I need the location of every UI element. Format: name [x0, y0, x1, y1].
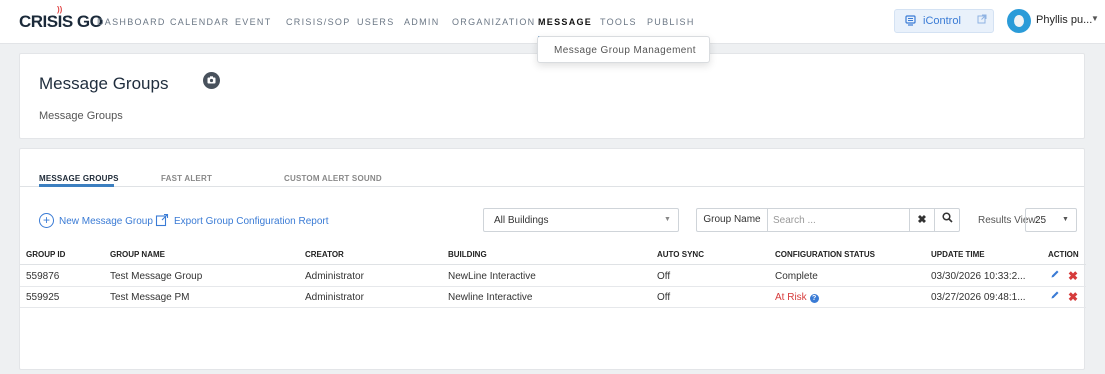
logo-text: CRISIS GO [19, 12, 103, 31]
table-row[interactable]: 559876 Test Message Group Administrator … [20, 266, 1086, 287]
search-icon[interactable] [934, 209, 960, 231]
building-select-value: All Buildings [494, 215, 549, 226]
nav-dashboard[interactable]: DASHBOARD [97, 17, 166, 27]
new-message-group-button[interactable]: New Message Group [59, 216, 153, 227]
status-at-risk: At Risk [775, 292, 807, 303]
export-icon[interactable] [155, 213, 169, 227]
edit-icon[interactable] [1050, 269, 1060, 282]
cell-group-id: 559876 [26, 271, 60, 282]
cell-config-status: At Risk? [775, 292, 819, 303]
cell-update-time: 03/30/2026 10:33:2... [931, 271, 1026, 282]
cell-group-name: Test Message PM [110, 292, 190, 303]
edit-icon[interactable] [1050, 290, 1060, 303]
cell-group-name: Test Message Group [110, 271, 203, 282]
column-header[interactable]: UPDATE TIME [931, 250, 985, 259]
page-header-card: Message Groups Message Groups [19, 53, 1085, 139]
cell-building: Newline Interactive [448, 292, 533, 303]
search-input[interactable] [773, 212, 901, 228]
delete-icon[interactable]: ✖ [1068, 269, 1078, 283]
results-view-value: 25 [1035, 215, 1047, 226]
column-header[interactable]: CREATOR [305, 250, 344, 259]
nav-crisis-sop[interactable]: CRISIS/SOP [286, 17, 351, 27]
export-report-button[interactable]: Export Group Configuration Report [174, 216, 329, 227]
column-header[interactable]: GROUP NAME [110, 250, 165, 259]
crisisgo-logo[interactable]: CRISIS GO )) [19, 5, 103, 32]
chevron-down-icon: ▼ [664, 216, 671, 223]
plus-circle-icon[interactable]: + [39, 213, 54, 228]
nav-calendar[interactable]: CALENDAR [170, 17, 229, 27]
cell-group-id: 559925 [26, 292, 60, 303]
cell-config-status: Complete [775, 271, 818, 282]
avatar[interactable] [1007, 9, 1031, 33]
page-title: Message Groups [39, 74, 169, 93]
cell-auto-sync: Off [657, 292, 671, 303]
nav-tools[interactable]: TOOLS [600, 17, 637, 27]
external-link-icon [977, 14, 987, 27]
nav-users[interactable]: USERS [357, 17, 395, 27]
table-header: GROUP ID GROUP NAME CREATOR BUILDING AUT… [20, 244, 1086, 265]
search-field-label[interactable]: Group Name [697, 209, 768, 231]
column-header[interactable]: BUILDING [448, 250, 487, 259]
tab-fast-alert[interactable]: FAST ALERT [161, 174, 212, 183]
nav-organization[interactable]: ORGANIZATION [452, 17, 535, 27]
tab-bar: MESSAGE GROUPS FAST ALERT CUSTOM ALERT S… [20, 149, 1084, 187]
building-select[interactable]: All Buildings ▼ [483, 208, 679, 232]
tab-custom-alert-sound[interactable]: CUSTOM ALERT SOUND [284, 174, 382, 183]
nav-message[interactable]: MESSAGE [538, 17, 592, 27]
nav-admin[interactable]: ADMIN [404, 17, 440, 27]
table-row[interactable]: 559925 Test Message PM Administrator New… [20, 287, 1086, 308]
cell-creator: Administrator [305, 271, 364, 282]
icontrol-label: iControl [923, 15, 961, 27]
column-header[interactable]: GROUP ID [26, 250, 65, 259]
results-view-select[interactable]: 25 ▼ [1025, 208, 1077, 232]
user-name[interactable]: Phyllis pu... [1036, 14, 1092, 26]
camera-icon[interactable] [203, 72, 220, 89]
tab-active-indicator [39, 184, 114, 187]
signal-wave-icon: )) [57, 5, 63, 14]
cell-auto-sync: Off [657, 271, 671, 282]
search-group: Group Name ✖ [696, 208, 960, 232]
monitor-icon [905, 15, 916, 29]
cell-building: NewLine Interactive [448, 271, 536, 282]
chevron-down-icon: ▼ [1062, 216, 1069, 223]
cell-update-time: 03/27/2026 09:48:1... [931, 292, 1026, 303]
caret-down-icon[interactable]: ▼ [1091, 14, 1099, 23]
nav-publish[interactable]: PUBLISH [647, 17, 695, 27]
column-header[interactable]: CONFIGURATION STATUS [775, 250, 875, 259]
message-dropdown-menu: Message Group Management [537, 36, 710, 63]
cell-creator: Administrator [305, 292, 364, 303]
clear-icon[interactable]: ✖ [909, 209, 934, 231]
nav-event[interactable]: EVENT [235, 17, 272, 27]
icontrol-button[interactable]: iControl [894, 9, 994, 33]
delete-icon[interactable]: ✖ [1068, 290, 1078, 304]
column-header[interactable]: AUTO SYNC [657, 250, 704, 259]
column-header: ACTION [1048, 250, 1079, 259]
breadcrumb: Message Groups [39, 110, 123, 122]
tab-message-groups[interactable]: MESSAGE GROUPS [39, 174, 119, 183]
message-groups-panel: MESSAGE GROUPS FAST ALERT CUSTOM ALERT S… [19, 148, 1086, 370]
menu-item-message-group-management[interactable]: Message Group Management [554, 45, 696, 56]
info-icon[interactable]: ? [809, 294, 819, 303]
